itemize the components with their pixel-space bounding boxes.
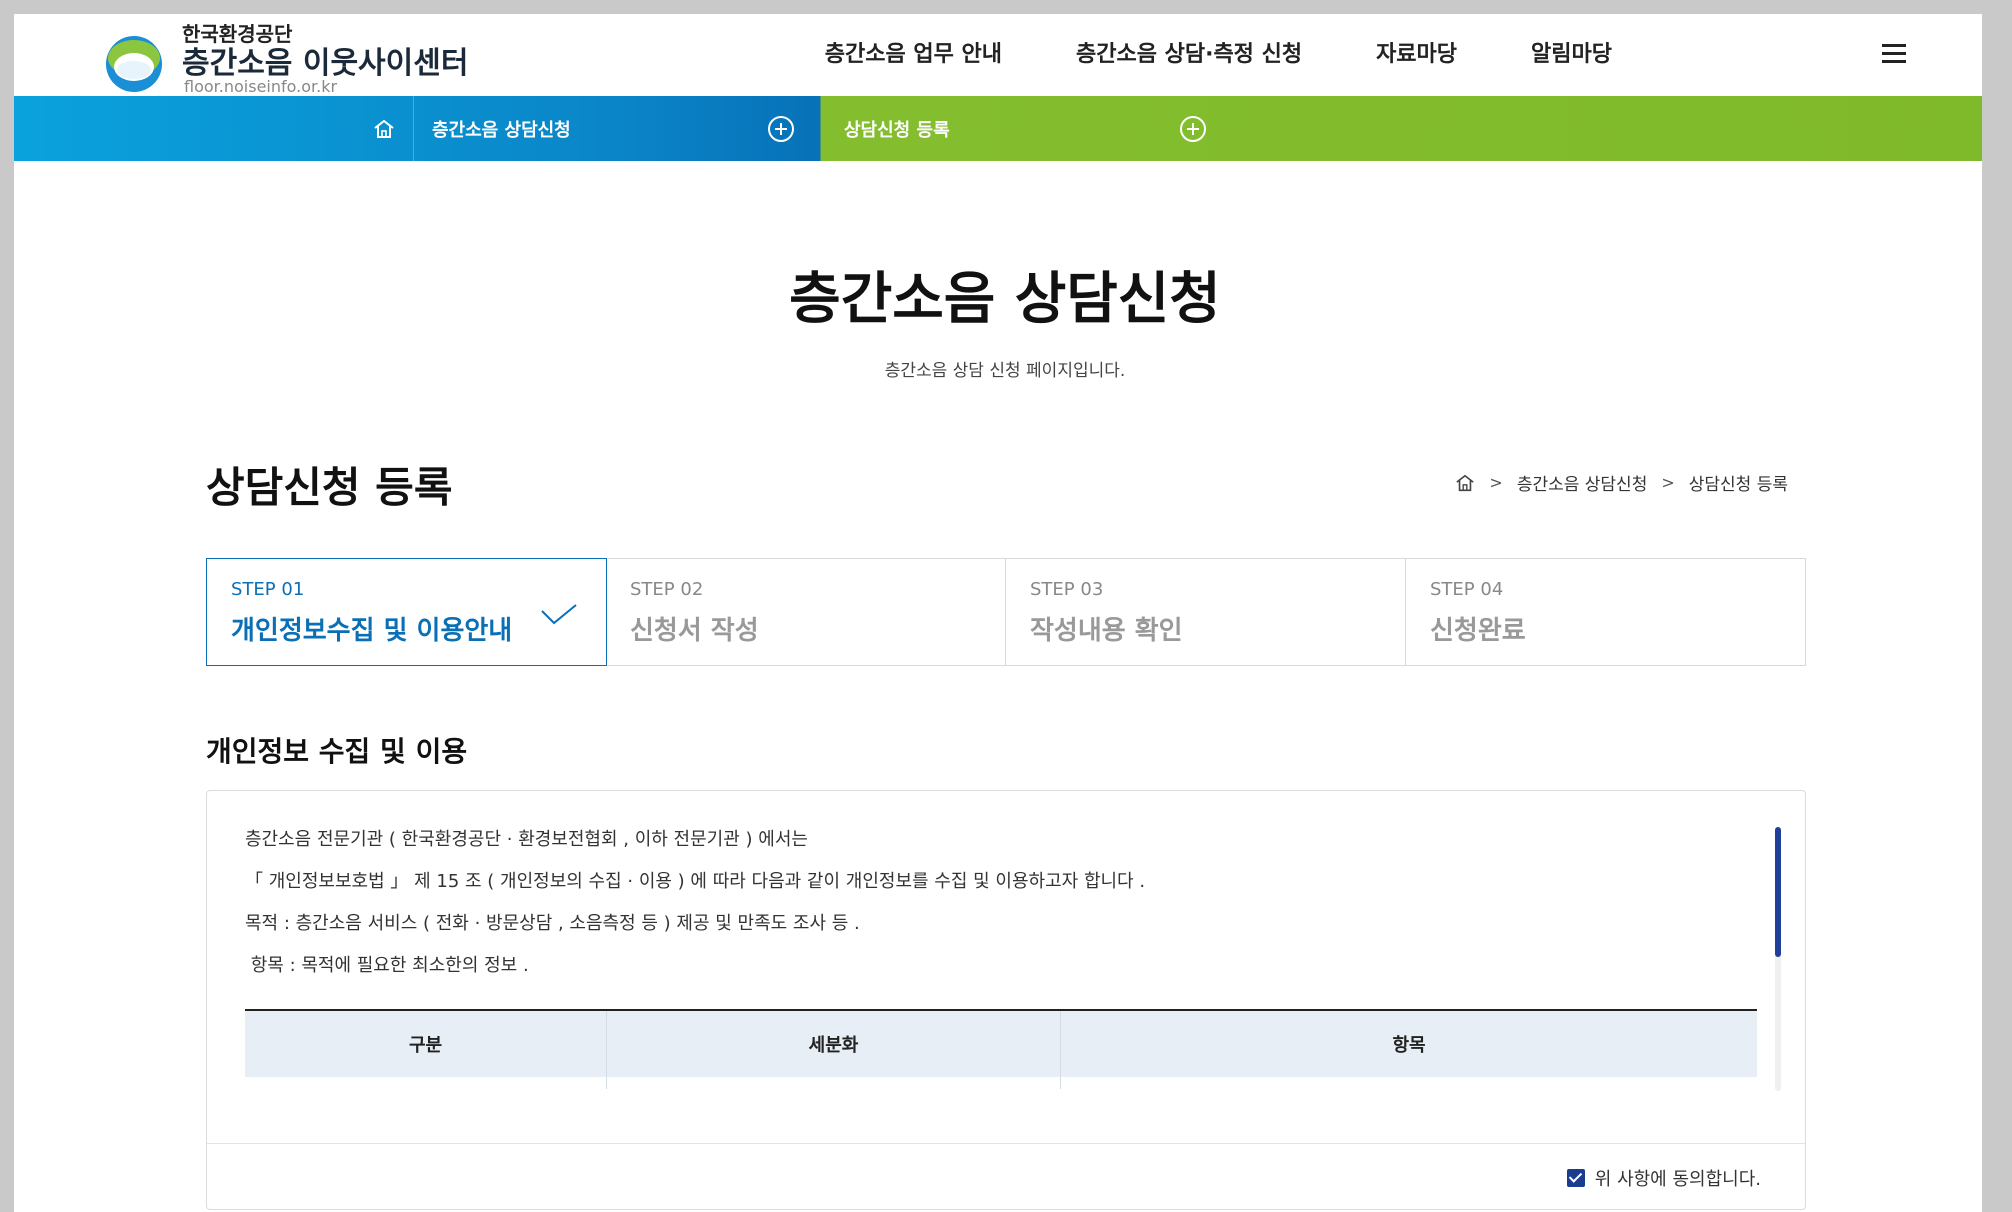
table-cell xyxy=(1061,1077,1757,1089)
window-edge xyxy=(1982,0,1998,1212)
step-number: STEP 03 xyxy=(1030,579,1381,600)
logo-site-name: 층간소음 이웃사이센터 xyxy=(182,38,468,82)
section-title: 상담신청 등록 xyxy=(206,454,452,515)
table-header-subcategory: 세분화 xyxy=(607,1011,1061,1077)
step-number: STEP 02 xyxy=(630,579,981,600)
table-header-items: 항목 xyxy=(1061,1011,1757,1077)
step-label: 개인정보수집 및 이용안내 xyxy=(231,610,582,647)
chevron-right-icon: > xyxy=(1489,473,1502,492)
chevron-right-icon: > xyxy=(1661,473,1674,492)
table-row xyxy=(245,1077,1757,1089)
divider xyxy=(207,1143,1805,1144)
step-3: STEP 03 작성내용 확인 xyxy=(1006,559,1406,665)
site-logo[interactable]: 한국환경공단 층간소음 이웃사이센터 floor.noiseinfo.or.kr xyxy=(104,22,484,94)
step-label: 신청완료 xyxy=(1430,610,1781,647)
step-indicator: STEP 01 개인정보수집 및 이용안내 STEP 02 신청서 작성 STE… xyxy=(206,558,1806,666)
main-nav: 층간소음 업무 안내 층간소음 상담·측정 신청 자료마당 알림마당 xyxy=(751,36,1612,68)
breadcrumb: > 층간소음 상담신청 > 상담신청 등록 xyxy=(1455,470,1788,495)
step-4: STEP 04 신청완료 xyxy=(1406,559,1805,665)
breadcrumb-item[interactable]: 층간소음 상담신청 xyxy=(1517,470,1648,495)
terms-line: 항목 : 목적에 필요한 최소한의 정보 . xyxy=(245,945,1767,987)
privacy-items-table: 구분 세분화 항목 xyxy=(245,1009,1757,1089)
table-cell xyxy=(607,1077,1061,1089)
privacy-terms-box: 층간소음 전문기관 ( 한국환경공단 · 환경보전협회 , 이하 전문기관 ) … xyxy=(206,790,1806,1210)
location-bar: 층간소음 상담신청 상담신청 등록 xyxy=(14,96,1996,161)
depth1-expand-plus-icon[interactable] xyxy=(768,116,794,142)
breadcrumb-home-icon[interactable] xyxy=(1455,473,1475,493)
table-cell xyxy=(245,1077,607,1089)
table-header-row: 구분 세분화 항목 xyxy=(245,1011,1757,1077)
agree-checkbox[interactable] xyxy=(1567,1169,1585,1187)
home-icon xyxy=(373,118,395,140)
breadcrumb-item-current[interactable]: 상담신청 등록 xyxy=(1689,470,1788,495)
location-depth1[interactable]: 층간소음 상담신청 xyxy=(432,96,814,161)
page-description: 층간소음 상담 신청 페이지입니다. xyxy=(14,356,1996,381)
nav-item-guide[interactable]: 층간소음 업무 안내 xyxy=(825,36,1002,68)
nav-item-notice[interactable]: 알림마당 xyxy=(1531,36,1612,68)
step-label: 신청서 작성 xyxy=(630,610,981,647)
depth2-expand-plus-icon[interactable] xyxy=(1180,116,1206,142)
logo-url: floor.noiseinfo.or.kr xyxy=(184,77,337,96)
step-number: STEP 01 xyxy=(231,579,582,600)
location-home-button[interactable] xyxy=(354,96,414,161)
agree-text: 위 사항에 동의합니다. xyxy=(1595,1165,1761,1191)
table-header-category: 구분 xyxy=(245,1011,607,1077)
privacy-section-title: 개인정보 수집 및 이용 xyxy=(206,730,467,770)
browser-window: 한국환경공단 층간소음 이웃사이센터 floor.noiseinfo.or.kr… xyxy=(14,14,1996,1212)
hamburger-menu-icon[interactable] xyxy=(1882,44,1908,64)
logo-mark-icon xyxy=(104,34,164,94)
step-1: STEP 01 개인정보수집 및 이용안내 xyxy=(206,558,607,666)
page-title: 층간소음 상담신청 xyxy=(14,254,1996,335)
scrollbar-thumb[interactable] xyxy=(1775,827,1781,957)
nav-item-resources[interactable]: 자료마당 xyxy=(1376,36,1457,68)
step-number: STEP 04 xyxy=(1430,579,1781,600)
agree-checkbox-label[interactable]: 위 사항에 동의합니다. xyxy=(1567,1165,1761,1191)
terms-line: 층간소음 전문기관 ( 한국환경공단 · 환경보전협회 , 이하 전문기관 ) … xyxy=(245,819,1767,861)
location-depth2[interactable]: 상담신청 등록 xyxy=(844,96,1236,161)
nav-item-apply[interactable]: 층간소음 상담·측정 신청 xyxy=(1076,36,1302,68)
terms-line: 「 개인정보보호법 」 제 15 조 ( 개인정보의 수집 · 이용 ) 에 따… xyxy=(245,861,1767,903)
terms-line: 목적 : 층간소음 서비스 ( 전화 · 방문상담 , 소음측정 등 ) 제공 … xyxy=(245,903,1767,945)
step-2: STEP 02 신청서 작성 xyxy=(606,559,1006,665)
checkmark-icon xyxy=(540,603,578,625)
site-header: 한국환경공단 층간소음 이웃사이센터 floor.noiseinfo.or.kr… xyxy=(14,14,1996,96)
step-label: 작성내용 확인 xyxy=(1030,610,1381,647)
